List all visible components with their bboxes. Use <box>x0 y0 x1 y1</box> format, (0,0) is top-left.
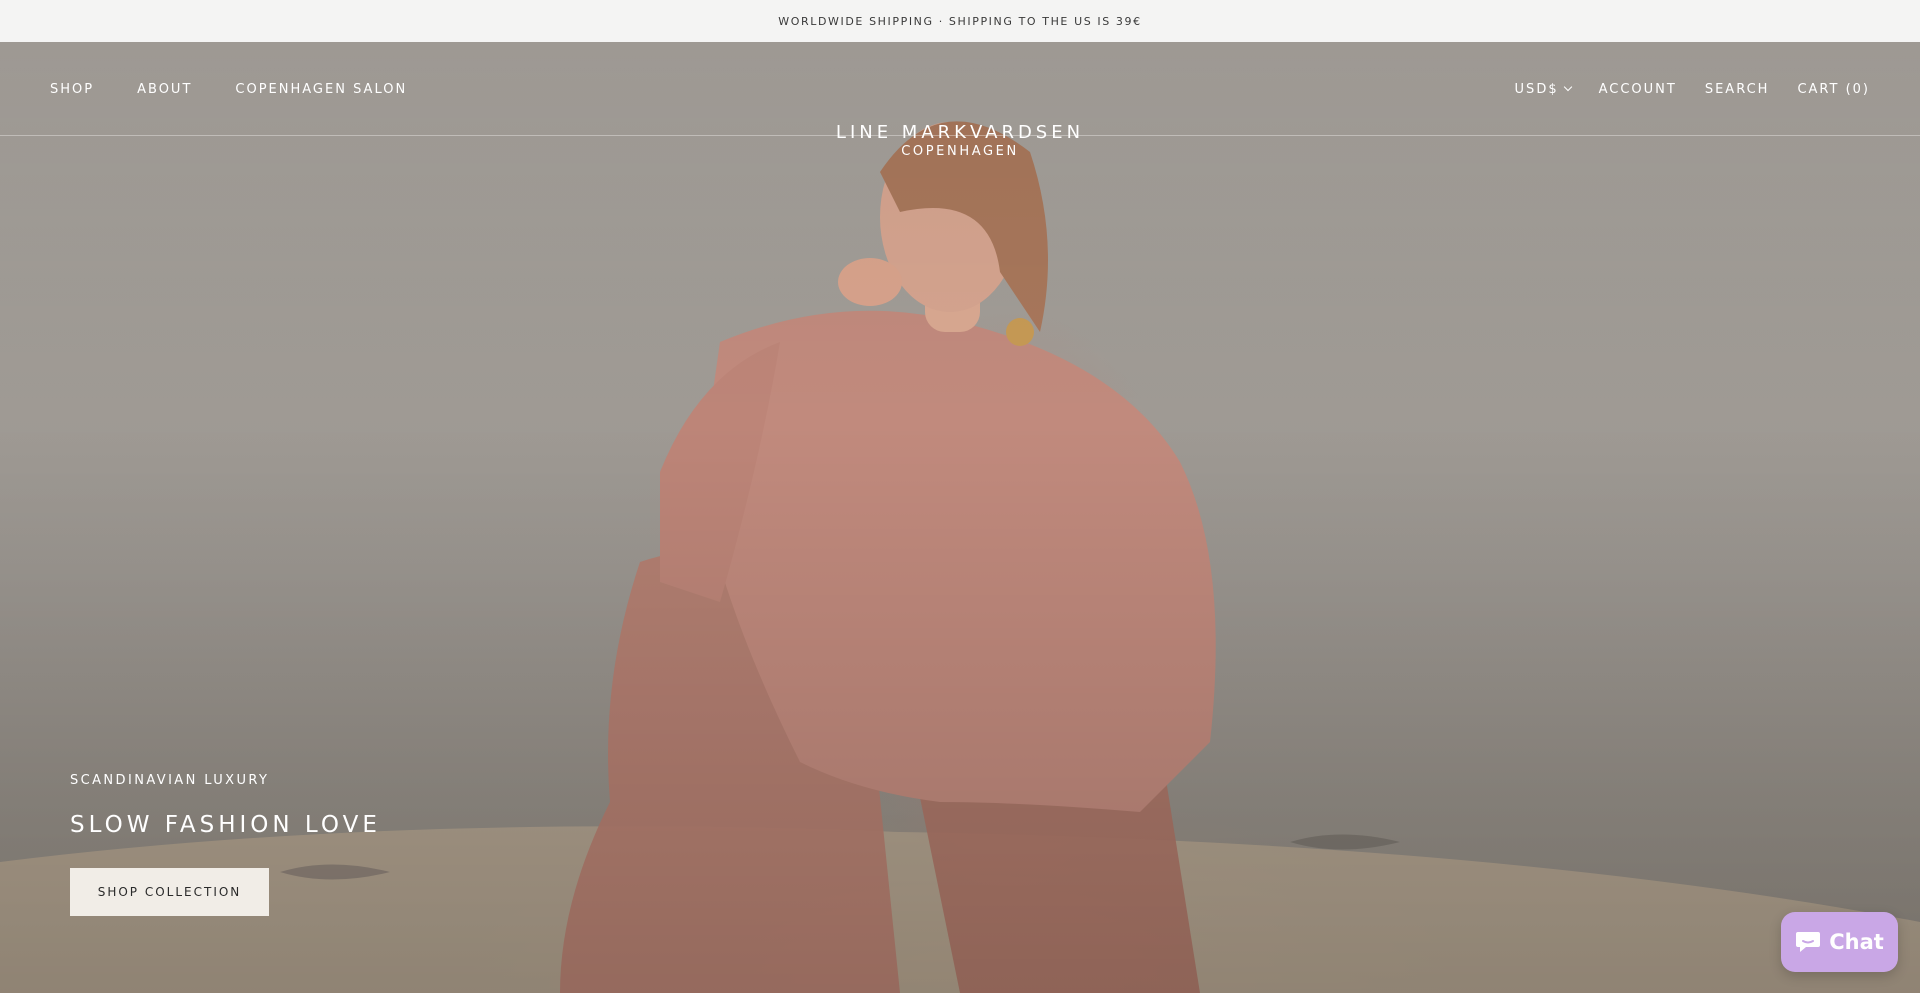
chevron-down-icon <box>1563 82 1572 92</box>
hero-headline: SLOW FASHION LOVE <box>70 812 381 838</box>
chat-label: Chat <box>1829 930 1884 954</box>
nav-shop[interactable]: SHOP <box>50 82 94 97</box>
secondary-nav: USD$ ACCOUNT SEARCH CART (0) <box>1515 42 1870 136</box>
currency-label: USD$ <box>1514 81 1559 97</box>
hero-eyebrow: SCANDINAVIAN LUXURY <box>70 773 270 788</box>
hero-content: SCANDINAVIAN LUXURY SLOW FASHION LOVE SH… <box>70 773 381 916</box>
search-link[interactable]: SEARCH <box>1705 82 1770 97</box>
cart-link[interactable]: CART (0) <box>1797 82 1870 97</box>
site-header: SHOP ABOUT COPENHAGEN SALON LINE MARKVAR… <box>0 42 1920 159</box>
logo-subtitle: COPENHAGEN <box>901 144 1019 159</box>
site-logo[interactable]: LINE MARKVARDSEN COPENHAGEN <box>836 122 1084 160</box>
currency-selector[interactable]: USD$ <box>1514 81 1572 97</box>
announcement-bar: WORLDWIDE SHIPPING · SHIPPING TO THE US … <box>0 0 1920 42</box>
account-link[interactable]: ACCOUNT <box>1599 82 1677 97</box>
nav-copenhagen-salon[interactable]: COPENHAGEN SALON <box>235 82 407 97</box>
primary-nav: SHOP ABOUT COPENHAGEN SALON <box>50 42 407 136</box>
nav-about[interactable]: ABOUT <box>137 82 192 97</box>
chat-bubble-icon <box>1796 932 1821 952</box>
chat-button[interactable]: Chat <box>1781 912 1898 972</box>
shop-collection-button[interactable]: SHOP COLLECTION <box>70 868 269 916</box>
logo-wordmark: LINE MARKVARDSEN <box>835 122 1085 143</box>
announcement-text: WORLDWIDE SHIPPING · SHIPPING TO THE US … <box>778 14 1142 28</box>
